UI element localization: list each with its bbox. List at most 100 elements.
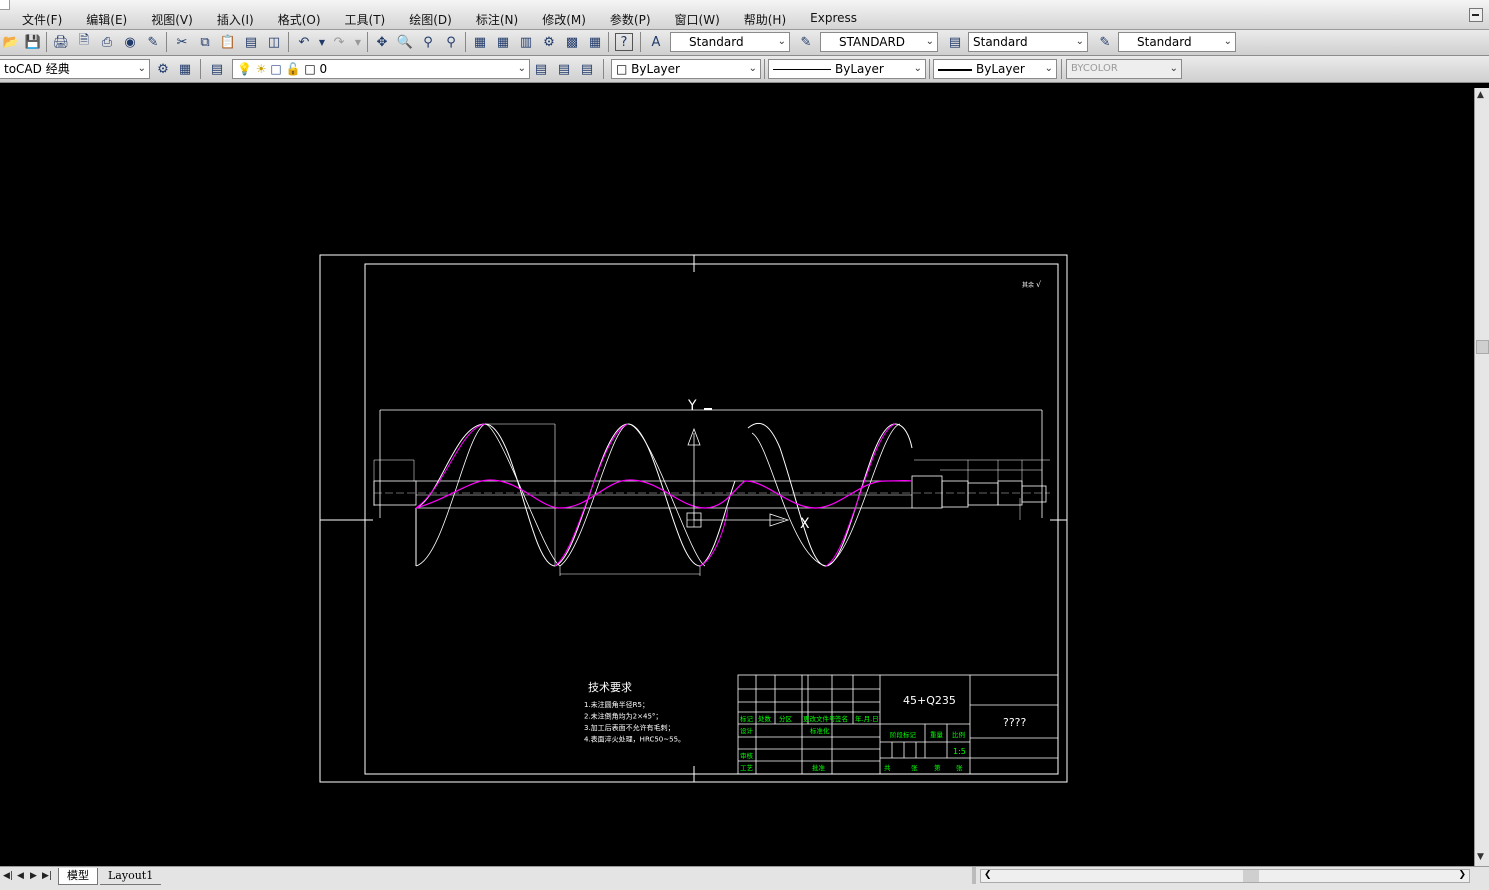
customize-icon[interactable]: ▦ bbox=[176, 60, 194, 78]
block-editor-icon[interactable]: ◫ bbox=[265, 33, 283, 51]
horizontal-scroll-thumb[interactable] bbox=[1243, 870, 1259, 882]
layer-freeze-icon: ☀ bbox=[255, 62, 267, 76]
multileader-style-icon[interactable]: ✎ bbox=[1096, 33, 1114, 51]
lineweight-select[interactable]: ByLayer ⌄ bbox=[933, 59, 1057, 79]
first-tab-icon[interactable]: ◀| bbox=[3, 871, 13, 881]
plotstyle-select[interactable]: BYCOLOR ⌄ bbox=[1066, 59, 1182, 79]
dim-style-icon[interactable]: ✎ bbox=[797, 33, 815, 51]
menu-item-8[interactable]: 修改(M) bbox=[542, 11, 586, 28]
calculator-icon[interactable]: ▦ bbox=[586, 33, 604, 51]
scroll-right-icon[interactable]: ❯ bbox=[1458, 870, 1466, 880]
plot-icon[interactable]: 🖨 bbox=[52, 33, 70, 51]
linetype-select[interactable]: ByLayer ⌄ bbox=[768, 59, 926, 79]
paste-icon[interactable]: 📋 bbox=[219, 33, 237, 51]
standard-toolbar: 📂 💾 🖨 🗎 ⎙ ◉ ✎ ✂ ⧉ 📋 ▤ ◫ ↶ ▼ ↷ ▼ ✥ 🔍 ⚲ ⚲ … bbox=[0, 30, 1489, 56]
layer-select[interactable]: 💡 ☀ □ 🔓 □ 0 ⌄ bbox=[232, 59, 530, 79]
markup-icon[interactable]: ▩ bbox=[563, 33, 581, 51]
copy-icon[interactable]: ⧉ bbox=[196, 33, 214, 51]
tool-palettes-icon[interactable]: ▥ bbox=[517, 33, 535, 51]
sheet-set-icon[interactable]: ⚙ bbox=[540, 33, 558, 51]
menu-item-10[interactable]: 窗口(W) bbox=[675, 11, 720, 28]
menu-item-4[interactable]: 格式(O) bbox=[278, 11, 321, 28]
multileader-style-select[interactable]: Standard ⌄ bbox=[1118, 32, 1236, 52]
menu-bar: 文件(F) 编辑(E) 视图(V) 插入(I) 格式(O) 工具(T) 绘图(D) 标注(N)… bbox=[0, 0, 1489, 30]
zoom-realtime-icon[interactable]: 🔍 bbox=[396, 33, 414, 51]
layer-viewport-icon: □ bbox=[270, 62, 282, 76]
help-icon[interactable]: ? bbox=[615, 33, 633, 51]
open-icon[interactable]: 📂 bbox=[2, 33, 20, 51]
menu-item-9[interactable]: 参数(P) bbox=[610, 11, 651, 28]
match-properties-icon[interactable]: ▤ bbox=[242, 33, 260, 51]
menu-item-3[interactable]: 插入(I) bbox=[217, 11, 254, 28]
title-block-label: 设计 bbox=[740, 726, 754, 735]
layers-toolbar: toCAD 经典 ⌄ ⚙ ▦ ▤ 💡 ☀ □ 🔓 □ 0 ⌄ ▤ ▤ ▤ □ By… bbox=[0, 56, 1489, 83]
table-style-icon[interactable]: ▤ bbox=[946, 33, 964, 51]
menu-item-11[interactable]: 帮助(H) bbox=[744, 11, 786, 28]
vertical-scroll-thumb[interactable] bbox=[1476, 340, 1489, 354]
chevron-down-icon: ⌄ bbox=[1169, 63, 1178, 74]
layer-properties-icon[interactable]: ▤ bbox=[208, 60, 226, 78]
text-style-select[interactable]: Standard ⌄ bbox=[670, 32, 790, 52]
title-block-label: 张 bbox=[956, 763, 963, 772]
layout-tabs-bar: ◀| ◀ ▶ ▶| 模型 Layout1 ❮ ❯ bbox=[0, 866, 1489, 890]
workspace-settings-icon[interactable]: ⚙ bbox=[154, 60, 172, 78]
drawing-canvas: 其余 √ Y X 技术要求 1.未注圆角半径R5；2.未注倒角均为2×45°；3… bbox=[319, 254, 1068, 783]
scale-text: 1:5 bbox=[953, 747, 966, 756]
make-current-layer-icon[interactable]: ▤ bbox=[532, 60, 550, 78]
undo-dropdown-icon[interactable]: ▼ bbox=[313, 33, 331, 51]
dim-style-value: STANDARD bbox=[839, 35, 906, 49]
layer-lock-icon: 🔓 bbox=[285, 62, 301, 76]
menu-item-12[interactable]: Express bbox=[810, 11, 857, 28]
3d-dwf-icon[interactable]: ◉ bbox=[121, 33, 139, 51]
text-style-icon[interactable]: A bbox=[647, 33, 665, 51]
plot-preview-icon[interactable]: 🗎 bbox=[75, 33, 93, 51]
model-space-viewport[interactable]: 其余 √ Y X 技术要求 1.未注圆角半径R5； 2.未注倒角均为2×45°；… bbox=[0, 88, 1474, 866]
menu-item-5[interactable]: 工具(T) bbox=[345, 11, 386, 28]
title-block-label: 张 bbox=[911, 763, 918, 772]
zoom-window-icon[interactable]: ⚲ bbox=[419, 33, 437, 51]
color-value: ByLayer bbox=[631, 62, 680, 76]
tab-layout1[interactable]: Layout1 bbox=[100, 868, 162, 885]
save-icon[interactable]: 💾 bbox=[24, 33, 42, 51]
layer-previous-icon[interactable]: ▤ bbox=[555, 60, 573, 78]
cut-icon[interactable]: ✂ bbox=[173, 33, 191, 51]
dim-style-select[interactable]: STANDARD ⌄ bbox=[820, 32, 938, 52]
menu-item-2[interactable]: 视图(V) bbox=[151, 11, 193, 28]
title-block-label: 签名 bbox=[835, 714, 848, 723]
title-block-label: 工艺 bbox=[740, 764, 754, 772]
etransmit-icon[interactable]: ✎ bbox=[144, 33, 162, 51]
minimize-button[interactable] bbox=[1469, 8, 1483, 22]
last-tab-icon[interactable]: ▶| bbox=[42, 871, 52, 881]
zoom-previous-icon[interactable]: ⚲ bbox=[442, 33, 460, 51]
menu-item-6[interactable]: 绘图(D) bbox=[409, 11, 452, 28]
scroll-splitter[interactable] bbox=[972, 867, 976, 884]
horizontal-scrollbar[interactable]: ❮ ❯ bbox=[980, 869, 1470, 883]
chevron-down-icon: ⌄ bbox=[137, 63, 146, 74]
title-block-label: 年.月.日 bbox=[855, 714, 879, 723]
color-select[interactable]: □ ByLayer ⌄ bbox=[611, 59, 761, 79]
layer-color-icon: □ bbox=[304, 62, 316, 76]
publish-icon[interactable]: ⎙ bbox=[98, 33, 116, 51]
scroll-left-icon[interactable]: ❮ bbox=[984, 870, 992, 880]
menu-item-0[interactable]: 文件(F) bbox=[22, 11, 62, 28]
title-block-label: 共 bbox=[884, 763, 891, 772]
vertical-scrollbar[interactable]: ▲ ▼ bbox=[1474, 88, 1489, 866]
next-tab-icon[interactable]: ▶ bbox=[30, 871, 37, 881]
redo-dropdown-icon[interactable]: ▼ bbox=[349, 33, 367, 51]
tab-model[interactable]: 模型 bbox=[58, 868, 98, 885]
pan-icon[interactable]: ✥ bbox=[373, 33, 391, 51]
tech-line: 1.未注圆角半径R5； bbox=[584, 700, 649, 709]
layer-states-icon[interactable]: ▤ bbox=[578, 60, 596, 78]
menu-item-7[interactable]: 标注(N) bbox=[476, 11, 518, 28]
scroll-up-icon[interactable]: ▲ bbox=[1477, 90, 1484, 100]
table-style-value: Standard bbox=[973, 35, 1028, 49]
table-style-select[interactable]: Standard ⌄ bbox=[968, 32, 1088, 52]
workspace-select[interactable]: toCAD 经典 ⌄ bbox=[0, 59, 150, 79]
prev-tab-icon[interactable]: ◀ bbox=[17, 871, 24, 881]
menu-item-1[interactable]: 编辑(E) bbox=[86, 11, 127, 28]
redo-icon[interactable]: ↷ bbox=[330, 33, 348, 51]
undo-icon[interactable]: ↶ bbox=[295, 33, 313, 51]
scroll-down-icon[interactable]: ▼ bbox=[1477, 852, 1484, 862]
design-center-icon[interactable]: ▦ bbox=[494, 33, 512, 51]
properties-icon[interactable]: ▦ bbox=[471, 33, 489, 51]
